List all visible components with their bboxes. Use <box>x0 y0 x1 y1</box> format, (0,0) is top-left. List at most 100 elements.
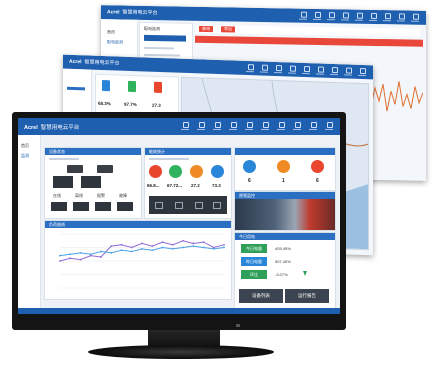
devices-panel: 设备状态 在线 离线 报警 故障 <box>44 147 142 219</box>
monitor-power-button[interactable] <box>236 324 240 327</box>
chart-panel: 负荷曲线 <box>44 220 232 300</box>
nav-icon[interactable] <box>343 66 353 76</box>
chart-point <box>223 243 225 246</box>
summary-label: 昨日电量 <box>241 257 267 266</box>
nav-icon[interactable] <box>245 63 255 73</box>
nav-icon[interactable] <box>357 67 367 77</box>
back-sidebar-item[interactable]: 首页 <box>107 29 115 35</box>
device-tile[interactable] <box>117 202 133 211</box>
device-list-button[interactable]: 设备列表 <box>239 289 283 303</box>
nav-icon[interactable] <box>315 65 325 75</box>
document-icon <box>128 80 136 93</box>
chart-point <box>182 246 184 249</box>
mid-window-title: Acrel 智慧用电云平台 <box>69 58 120 67</box>
chart-point <box>79 252 82 254</box>
nav-icon[interactable] <box>244 121 254 131</box>
nav-icon[interactable] <box>259 63 269 73</box>
front-footer-bar <box>18 308 340 314</box>
meter-circle-icon <box>169 165 182 178</box>
counters-panel-header <box>235 148 335 155</box>
counter-value: 6 <box>248 178 251 184</box>
nav-icon[interactable] <box>308 121 318 131</box>
back-filter-select[interactable] <box>144 34 186 42</box>
back-window-nav[interactable] <box>298 11 420 23</box>
nav-icon[interactable] <box>410 13 420 23</box>
nav-icon[interactable] <box>326 11 336 21</box>
mid-sidebar-item[interactable] <box>67 86 85 91</box>
chart-point <box>151 249 154 252</box>
summary-panel: 今日用电 今日电量 405.45% 昨日电量 507.45% 环比 -3.07%… <box>234 232 336 310</box>
nav-icon[interactable] <box>180 121 190 131</box>
device-tile[interactable] <box>53 176 73 188</box>
back-chart-series <box>371 81 423 112</box>
summary-label: 环比 <box>241 270 267 279</box>
nav-icon[interactable] <box>354 12 364 22</box>
nav-icon[interactable] <box>276 121 286 131</box>
nav-icon[interactable] <box>301 65 311 75</box>
summary-value: -3.07% <box>275 272 288 277</box>
devices-panel-header: 设备状态 <box>45 148 141 155</box>
video-feed[interactable] <box>235 199 335 230</box>
device-tile[interactable] <box>81 176 101 188</box>
chart-point <box>130 250 133 253</box>
chart-point <box>130 246 133 249</box>
nav-icon[interactable] <box>260 121 270 131</box>
energy-panel-title: 能耗统计 <box>149 149 165 154</box>
front-window-title: Acrel 智慧用电云平台 <box>24 125 80 131</box>
counter-circle-icon <box>311 160 324 173</box>
front-sidebar: 首页 监测 <box>18 135 41 314</box>
export-button[interactable]: 导出 <box>221 26 235 33</box>
nav-icon[interactable] <box>212 121 222 131</box>
chart-point <box>79 258 82 261</box>
front-sidebar-item[interactable]: 首页 <box>21 143 29 149</box>
chart-point <box>151 245 154 248</box>
mid-window-nav[interactable] <box>245 63 367 77</box>
chart-point <box>141 242 143 245</box>
back-toolbar: 查询 导出 <box>195 24 420 37</box>
device-tile[interactable] <box>95 202 111 211</box>
chart-point <box>89 253 92 256</box>
nav-icon[interactable] <box>287 64 297 74</box>
query-button[interactable]: 查询 <box>199 25 213 33</box>
list-icon <box>195 202 203 209</box>
chart-point <box>110 245 113 248</box>
nav-icon[interactable] <box>329 66 339 76</box>
nav-icon[interactable] <box>340 11 350 21</box>
counter-circle-icon <box>243 160 256 173</box>
nav-icon[interactable] <box>324 121 334 131</box>
summary-label: 今日电量 <box>241 244 267 253</box>
device-tile[interactable] <box>73 202 89 211</box>
nav-icon[interactable] <box>368 12 378 22</box>
counter-value: 6 <box>316 178 319 184</box>
counters-panel: 6 1 6 <box>234 147 336 191</box>
chart-point <box>182 239 184 242</box>
device-icon <box>67 165 83 173</box>
energy-row-bar <box>149 158 189 160</box>
back-line-chart <box>371 81 423 112</box>
device-row-bar <box>49 158 79 160</box>
chart-point <box>192 242 195 245</box>
nav-icon[interactable] <box>196 121 206 131</box>
nav-icon[interactable] <box>382 12 392 22</box>
nav-icon[interactable] <box>298 11 308 21</box>
chart-point <box>120 249 123 252</box>
summary-panel-header: 今日用电 <box>235 233 335 240</box>
monitor-stand-base <box>88 345 274 359</box>
nav-icon[interactable] <box>273 64 283 74</box>
device-tile[interactable] <box>51 202 67 211</box>
front-nav[interactable] <box>180 121 334 131</box>
nav-icon[interactable] <box>228 121 238 131</box>
nav-icon[interactable] <box>396 12 406 22</box>
back-sidebar-item[interactable]: 配电监测 <box>107 39 123 45</box>
video-panel: 视频监控 <box>234 191 336 231</box>
nav-icon[interactable] <box>312 11 322 21</box>
chart-point <box>161 241 164 243</box>
chart-point <box>100 256 102 258</box>
front-titlebar: Acrel 智慧用电云平台 <box>18 118 340 135</box>
nav-icon[interactable] <box>292 121 302 131</box>
front-sidebar-item[interactable]: 监测 <box>21 153 29 159</box>
chart-point <box>212 247 215 250</box>
meter-value: 66.8... <box>147 183 160 188</box>
summary-value: 507.45% <box>275 259 291 264</box>
report-button[interactable]: 运行报告 <box>285 289 329 303</box>
